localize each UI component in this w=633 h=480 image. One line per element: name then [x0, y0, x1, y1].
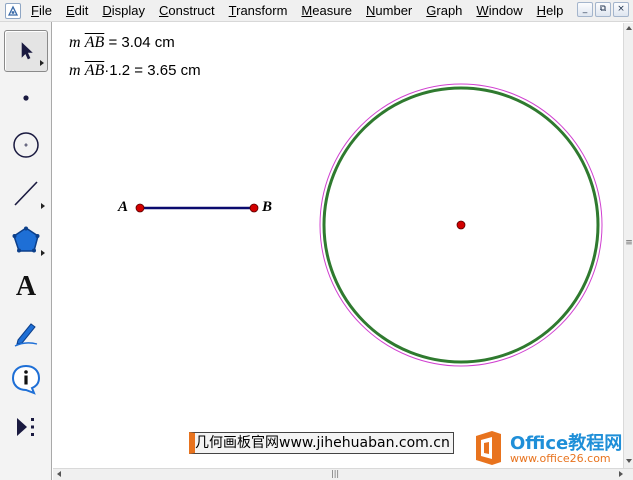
circle-center-point[interactable] — [456, 220, 466, 230]
horizontal-scroll-grip[interactable]: ||| — [331, 469, 339, 479]
watermark-jihehuaban: 几何画板官网www.jihehuaban.com.cn — [189, 432, 454, 454]
point-a-label[interactable]: A — [118, 199, 128, 216]
measure-value: = 3.04 cm — [104, 34, 175, 51]
measure-segment: AB — [84, 34, 105, 51]
watermark-url: www.office26.com — [510, 452, 611, 465]
scroll-up-arrow-icon[interactable] — [626, 26, 632, 30]
point-a[interactable] — [135, 203, 145, 213]
scroll-right-arrow-icon[interactable] — [619, 471, 623, 477]
measurement-ab[interactable]: m AB = 3.04 cm — [69, 34, 175, 52]
point-b[interactable] — [249, 203, 259, 213]
calculation-ab-times-1-2[interactable]: m AB·1.2 = 3.65 cm — [69, 62, 201, 80]
office-logo-icon — [476, 431, 501, 465]
vertical-scrollbar[interactable]: ≡ — [623, 23, 633, 468]
point-b-label[interactable]: B — [262, 199, 272, 216]
vertical-scroll-grip[interactable]: ≡ — [625, 238, 633, 248]
measure-segment: AB — [84, 62, 105, 79]
measure-value: ·1.2 = 3.65 cm — [104, 62, 201, 79]
watermark-office26: Office教程网 www.office26.com — [468, 426, 633, 472]
measure-prefix: m — [69, 62, 81, 79]
scroll-down-arrow-icon[interactable] — [626, 459, 632, 463]
measure-prefix: m — [69, 34, 81, 51]
horizontal-scrollbar[interactable]: ||| — [53, 468, 633, 480]
scroll-left-arrow-icon[interactable] — [57, 471, 61, 477]
